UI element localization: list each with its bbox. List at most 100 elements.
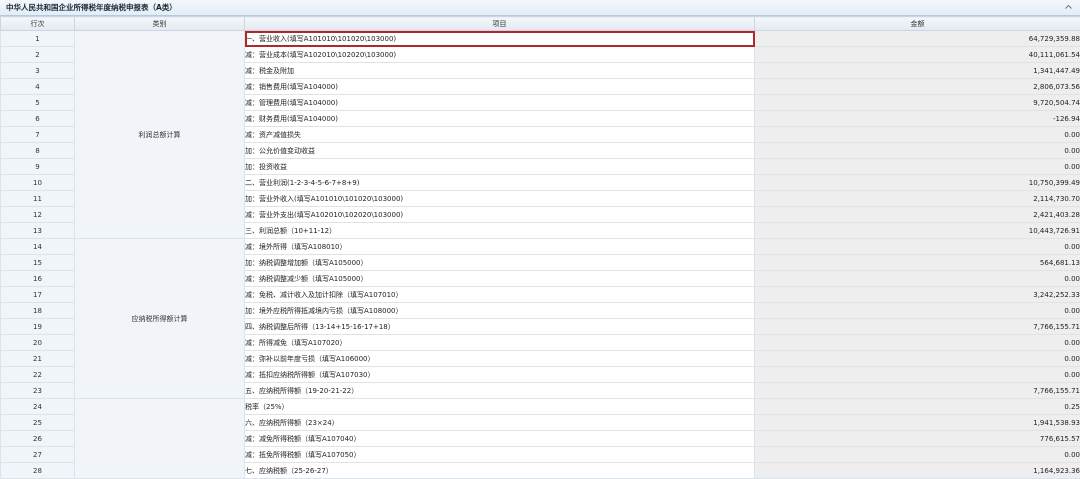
row-number: 2: [1, 47, 75, 63]
amount-cell[interactable]: 776,615.57: [755, 431, 1080, 447]
amount-cell[interactable]: 1,341,447.49: [755, 63, 1080, 79]
amount-cell[interactable]: 2,114,730.70: [755, 191, 1080, 207]
amount-cell[interactable]: 0.00: [755, 271, 1080, 287]
item-cell[interactable]: 三、利润总额（10+11-12）: [245, 223, 755, 239]
item-cell[interactable]: 减：境外所得（填写A108010）: [245, 239, 755, 255]
row-number: 18: [1, 303, 75, 319]
report-title: 中华人民共和国企业所得税年度纳税申报表（A类）: [6, 2, 177, 13]
item-cell[interactable]: 减：抵免所得税额（填写A107050）: [245, 447, 755, 463]
collapse-chevron-icon[interactable]: [1063, 2, 1074, 13]
row-number: 17: [1, 287, 75, 303]
item-cell[interactable]: 六、应纳税所得额（23×24）: [245, 415, 755, 431]
table-header-row: 行次 类别 项目 金额: [1, 17, 1080, 31]
item-cell[interactable]: 加：投资收益: [245, 159, 755, 175]
amount-cell[interactable]: 564,681.13: [755, 255, 1080, 271]
row-number: 8: [1, 143, 75, 159]
item-cell[interactable]: 减：税金及附加: [245, 63, 755, 79]
row-number: 16: [1, 271, 75, 287]
amount-cell[interactable]: 2,421,403.28: [755, 207, 1080, 223]
item-cell[interactable]: 减：财务费用(填写A104000): [245, 111, 755, 127]
row-number: 25: [1, 415, 75, 431]
amount-cell[interactable]: 0.00: [755, 239, 1080, 255]
category-tax: [75, 399, 245, 479]
row-number: 26: [1, 431, 75, 447]
amount-cell[interactable]: 7,766,155.71: [755, 383, 1080, 399]
item-cell[interactable]: 减：弥补以前年度亏损（填写A106000）: [245, 351, 755, 367]
item-cell[interactable]: 减：免税、减计收入及加计扣除（填写A107010）: [245, 287, 755, 303]
row-number: 7: [1, 127, 75, 143]
amount-cell[interactable]: -126.94: [755, 111, 1080, 127]
amount-cell[interactable]: 40,111,061.54: [755, 47, 1080, 63]
row-number: 6: [1, 111, 75, 127]
amount-cell[interactable]: 0.00: [755, 143, 1080, 159]
amount-cell[interactable]: 64,729,359.88: [755, 31, 1080, 47]
item-cell[interactable]: 减：销售费用(填写A104000): [245, 79, 755, 95]
item-cell[interactable]: 减：纳税调整减少额（填写A105000）: [245, 271, 755, 287]
row-number: 14: [1, 239, 75, 255]
table-row: 1利润总额计算一、营业收入(填写A101010\101020\103000)64…: [1, 31, 1080, 47]
item-cell[interactable]: 减：所得减免（填写A107020）: [245, 335, 755, 351]
amount-cell[interactable]: 10,750,399.49: [755, 175, 1080, 191]
row-number: 12: [1, 207, 75, 223]
amount-cell[interactable]: 0.00: [755, 159, 1080, 175]
amount-cell[interactable]: 1,164,923.36: [755, 463, 1080, 479]
row-number: 28: [1, 463, 75, 479]
table-row: 14应纳税所得额计算减：境外所得（填写A108010）0.00: [1, 239, 1080, 255]
row-number: 24: [1, 399, 75, 415]
report-title-bar: 中华人民共和国企业所得税年度纳税申报表（A类）: [0, 0, 1080, 16]
item-cell[interactable]: 加：纳税调整增加额（填写A105000）: [245, 255, 755, 271]
amount-cell[interactable]: 10,443,726.91: [755, 223, 1080, 239]
column-header-amount: 金额: [755, 17, 1080, 31]
amount-cell[interactable]: 3,242,252.33: [755, 287, 1080, 303]
amount-cell[interactable]: 1,941,538.93: [755, 415, 1080, 431]
table-body: 1利润总额计算一、营业收入(填写A101010\101020\103000)64…: [1, 31, 1080, 479]
table-row: 24 税率（25%）0.25: [1, 399, 1080, 415]
amount-cell[interactable]: 0.00: [755, 335, 1080, 351]
row-number: 11: [1, 191, 75, 207]
amount-cell[interactable]: 0.00: [755, 351, 1080, 367]
row-number: 27: [1, 447, 75, 463]
item-cell[interactable]: 税率（25%）: [245, 399, 755, 415]
row-number: 9: [1, 159, 75, 175]
item-cell[interactable]: 减：资产减值损失: [245, 127, 755, 143]
item-cell[interactable]: 减：营业外支出(填写A102010\102020\103000): [245, 207, 755, 223]
item-cell[interactable]: 七、应纳税额（25-26-27）: [245, 463, 755, 479]
amount-cell[interactable]: 0.00: [755, 303, 1080, 319]
tax-report-table: 行次 类别 项目 金额 1利润总额计算一、营业收入(填写A101010\1010…: [0, 16, 1080, 479]
item-cell-selected[interactable]: 一、营业收入(填写A101010\101020\103000): [245, 31, 755, 47]
amount-cell[interactable]: 7,766,155.71: [755, 319, 1080, 335]
amount-cell[interactable]: 0.00: [755, 447, 1080, 463]
amount-cell[interactable]: 0.25: [755, 399, 1080, 415]
column-header-row-no: 行次: [1, 17, 75, 31]
row-number: 4: [1, 79, 75, 95]
row-number: 5: [1, 95, 75, 111]
row-number: 15: [1, 255, 75, 271]
item-cell[interactable]: 加：境外应税所得抵减境内亏损（填写A108000）: [245, 303, 755, 319]
row-number: 23: [1, 383, 75, 399]
item-cell[interactable]: 加：营业外收入(填写A101010\101020\103000): [245, 191, 755, 207]
column-header-category: 类别: [75, 17, 245, 31]
row-number: 13: [1, 223, 75, 239]
row-number: 20: [1, 335, 75, 351]
row-number: 1: [1, 31, 75, 47]
item-cell[interactable]: 二、营业利润(1-2-3-4-5-6-7+8+9): [245, 175, 755, 191]
row-number: 19: [1, 319, 75, 335]
amount-cell[interactable]: 0.00: [755, 127, 1080, 143]
item-cell[interactable]: 加：公允价值变动收益: [245, 143, 755, 159]
row-number: 22: [1, 367, 75, 383]
amount-cell[interactable]: 9,720,504.74: [755, 95, 1080, 111]
row-number: 10: [1, 175, 75, 191]
row-number: 3: [1, 63, 75, 79]
column-header-item: 项目: [245, 17, 755, 31]
amount-cell[interactable]: 2,806,073.56: [755, 79, 1080, 95]
item-cell[interactable]: 五、应纳税所得额（19-20-21-22）: [245, 383, 755, 399]
item-cell[interactable]: 减：减免所得税额（填写A107040）: [245, 431, 755, 447]
item-cell[interactable]: 减：抵扣应纳税所得额（填写A107030）: [245, 367, 755, 383]
amount-cell[interactable]: 0.00: [755, 367, 1080, 383]
item-cell[interactable]: 四、纳税调整后所得（13-14+15-16-17+18）: [245, 319, 755, 335]
category-taxable-income: 应纳税所得额计算: [75, 239, 245, 399]
item-cell[interactable]: 减：管理费用(填写A104000): [245, 95, 755, 111]
category-profit: 利润总额计算: [75, 31, 245, 239]
row-number: 21: [1, 351, 75, 367]
item-cell[interactable]: 减：营业成本(填写A102010\102020\103000): [245, 47, 755, 63]
